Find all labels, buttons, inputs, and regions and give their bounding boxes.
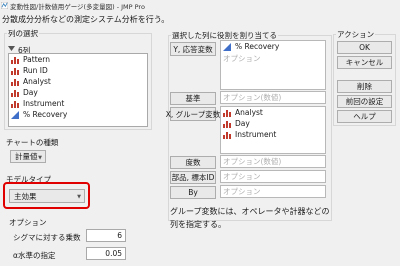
alpha-label: α水準の指定 bbox=[13, 251, 56, 260]
model-type-dropdown[interactable]: 主効果 ▼ bbox=[9, 189, 85, 203]
y-response-button[interactable]: Y, 応答変数 bbox=[170, 42, 216, 56]
sigma-label: シグマに対する乗数 bbox=[13, 233, 81, 242]
sigma-multiplier-input[interactable]: 6 bbox=[86, 229, 126, 242]
freq-button[interactable]: 度数 bbox=[170, 156, 216, 169]
list-item[interactable]: Instrument bbox=[11, 99, 64, 108]
standard-field[interactable]: オプション(数値) bbox=[220, 91, 326, 104]
list-item[interactable]: Day bbox=[11, 88, 38, 97]
part-sample-id-button[interactable]: 部品, 標本ID bbox=[170, 171, 216, 184]
continuous-icon bbox=[11, 110, 19, 119]
recall-button[interactable]: 前回の設定 bbox=[337, 95, 392, 108]
column-select-title: 列の選択 bbox=[7, 28, 39, 39]
ok-button[interactable]: OK bbox=[337, 41, 392, 54]
chevron-down-icon: ▼ bbox=[38, 154, 42, 161]
chart-type-title: チャートの種類 bbox=[6, 138, 59, 147]
intro-text: 分散成分分析などの測定システム分析を行う。 bbox=[2, 15, 170, 24]
chart-type-dropdown[interactable]: 計量値 ▼ bbox=[10, 150, 46, 163]
collapse-triangle-icon[interactable] bbox=[8, 45, 15, 52]
list-item[interactable]: Instrument bbox=[223, 130, 276, 139]
list-item[interactable]: Day bbox=[223, 119, 250, 128]
x-grouping-list[interactable]: Analyst Day Instrument bbox=[220, 106, 326, 154]
cancel-button[interactable]: キャンセル bbox=[337, 56, 392, 69]
standard-button[interactable]: 基準 bbox=[170, 92, 216, 105]
nominal-icon bbox=[223, 120, 231, 128]
nominal-icon bbox=[11, 100, 19, 108]
y-placeholder: オプション bbox=[223, 54, 261, 63]
list-item[interactable]: Pattern bbox=[11, 55, 50, 64]
nominal-icon bbox=[223, 131, 231, 139]
list-item[interactable]: % Recovery bbox=[223, 42, 279, 51]
help-button[interactable]: ヘルプ bbox=[337, 110, 392, 123]
x-grouping-button[interactable]: X, グループ変数 bbox=[166, 107, 220, 121]
y-response-list[interactable]: % Recovery オプション bbox=[220, 40, 326, 90]
list-item[interactable]: Analyst bbox=[11, 77, 51, 86]
grouping-note: グループ変数には、オペレータや計器などの列を指定する。 bbox=[170, 207, 330, 229]
list-item[interactable]: % Recovery bbox=[11, 110, 67, 119]
nominal-icon bbox=[11, 67, 19, 75]
nominal-icon bbox=[11, 78, 19, 86]
nominal-icon bbox=[223, 109, 231, 117]
options-title: オプション bbox=[9, 218, 47, 227]
list-item[interactable]: Run ID bbox=[11, 66, 48, 75]
freq-field[interactable]: オプション(数値) bbox=[220, 155, 326, 168]
title-bar: 変動性図/計数値用ゲージ(多変量図) - JMP Pro bbox=[0, 0, 400, 11]
alpha-level-input[interactable]: 0.05 bbox=[86, 247, 126, 260]
nominal-icon bbox=[11, 56, 19, 64]
actions-title: アクション bbox=[336, 29, 376, 40]
by-field[interactable]: オプション bbox=[220, 185, 326, 198]
remove-button[interactable]: 削除 bbox=[337, 80, 392, 93]
column-listbox[interactable]: Pattern Run ID Analyst Day Instrument % … bbox=[8, 53, 148, 127]
window-title: 変動性図/計数値用ゲージ(多変量図) - JMP Pro bbox=[10, 3, 145, 11]
nominal-icon bbox=[11, 89, 19, 97]
jmp-app-icon bbox=[1, 2, 8, 9]
part-sample-id-field[interactable]: オプション bbox=[220, 170, 326, 183]
list-item[interactable]: Analyst bbox=[223, 108, 263, 117]
continuous-icon bbox=[223, 42, 231, 51]
by-button[interactable]: By bbox=[170, 186, 216, 199]
chevron-down-icon: ▼ bbox=[77, 194, 81, 200]
